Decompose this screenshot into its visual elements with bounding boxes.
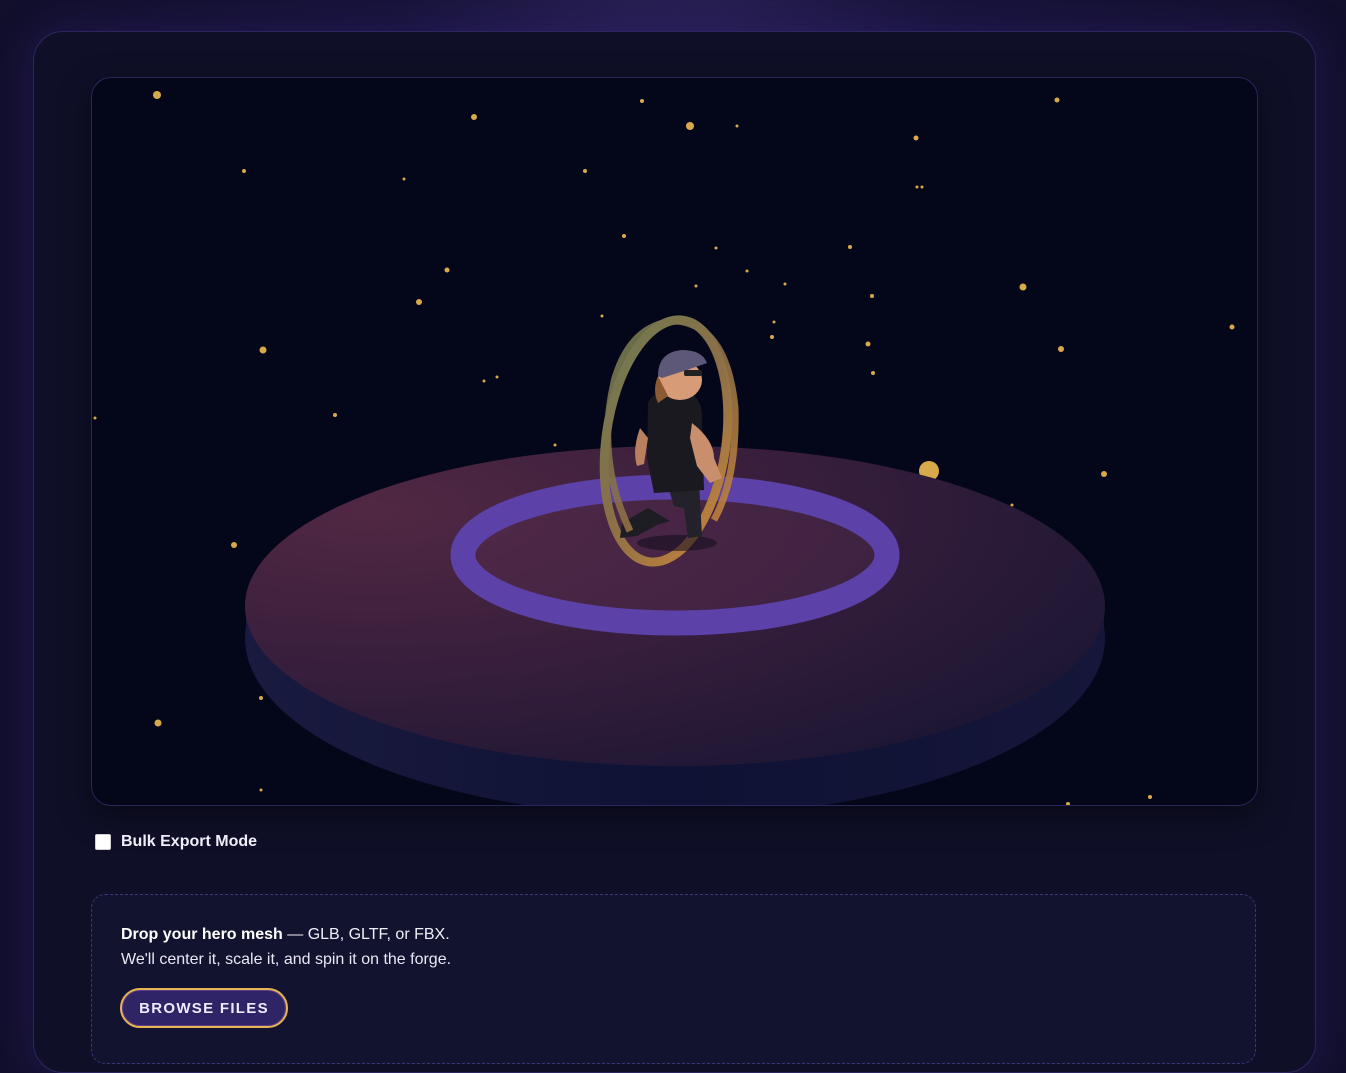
bulk-export-toggle[interactable]: Bulk Export Mode <box>95 832 257 852</box>
dropzone-title-formats: — GLB, GLTF, or FBX. <box>282 926 450 943</box>
dropzone-subtitle: We'll center it, scale it, and spin it o… <box>121 951 452 968</box>
browse-files-button[interactable]: BROWSE FILES <box>120 988 288 1028</box>
bulk-export-label: Bulk Export Mode <box>121 833 258 850</box>
3d-viewport[interactable] <box>91 77 1258 806</box>
checkbox-icon[interactable] <box>95 834 111 850</box>
file-dropzone[interactable]: Drop your hero mesh — GLB, GLTF, or FBX.… <box>91 894 1256 1064</box>
scene-canvas <box>93 91 1235 805</box>
dropzone-title: Drop your hero mesh — GLB, GLTF, or FBX. <box>121 926 450 944</box>
dropzone-title-bold: Drop your hero mesh <box>121 926 283 943</box>
